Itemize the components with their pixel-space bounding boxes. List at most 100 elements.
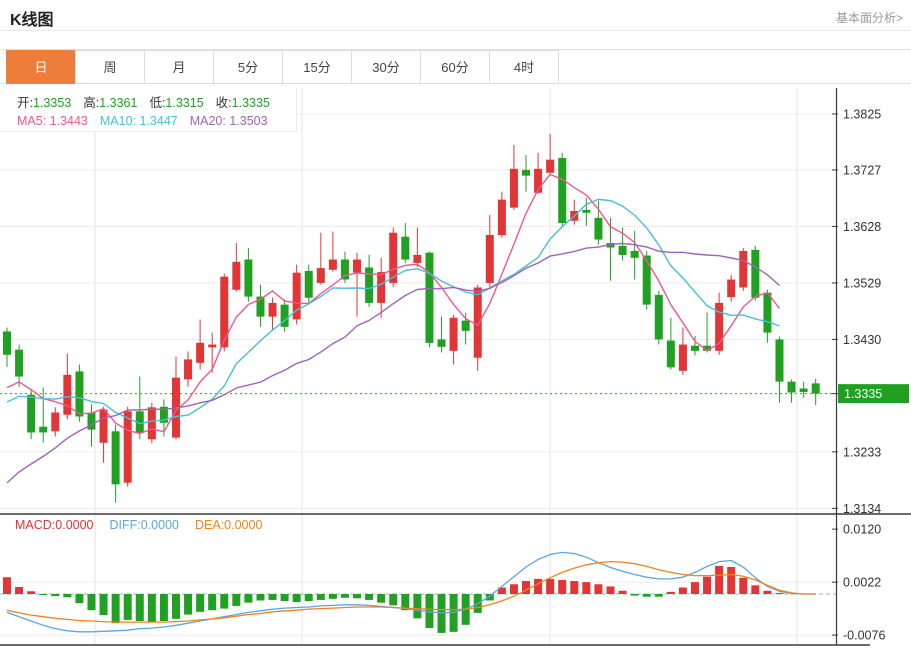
candle-body: [751, 250, 759, 298]
macd-bar: [124, 594, 132, 620]
macd-bar: [136, 594, 144, 621]
macd-bar: [607, 586, 615, 594]
macd-bar: [546, 579, 554, 594]
macd-bar: [775, 593, 783, 594]
candle-body: [667, 341, 675, 368]
macd-bar: [715, 566, 723, 594]
candle-body: [498, 200, 506, 235]
tab-月[interactable]: 月: [144, 50, 214, 84]
macd-bar: [353, 594, 361, 598]
candle-body: [462, 321, 470, 331]
macd-bar: [389, 594, 397, 605]
macd-bar: [15, 587, 23, 594]
candle-body: [486, 235, 494, 283]
candle-body: [353, 260, 361, 273]
candle-body: [558, 158, 566, 223]
tab-15分[interactable]: 15分: [282, 50, 352, 84]
kline-macd-canvas[interactable]: 1.38251.37271.36281.35291.34301.32331.31…: [0, 88, 911, 648]
candle-body: [341, 260, 349, 280]
candle-body: [401, 237, 409, 260]
candle-body: [329, 260, 337, 270]
ohlc-item: 高:1.3361: [83, 96, 137, 110]
macd-bar: [413, 594, 421, 618]
ma-item: MA5: 1.3443: [17, 114, 88, 128]
macd-bar: [232, 594, 240, 606]
candle-body: [112, 431, 120, 484]
macd-bar: [341, 594, 349, 598]
fundamental-analysis-link[interactable]: 基本面分析>: [836, 9, 903, 26]
macd-bar: [751, 585, 759, 594]
macd-bar: [208, 594, 216, 610]
header: K线图 基本面分析>: [0, 0, 911, 31]
macd-bar: [100, 594, 108, 615]
macd-bar: [256, 594, 264, 600]
candle-body: [305, 271, 313, 298]
candle-body: [522, 170, 530, 176]
candle-body: [87, 412, 95, 429]
tab-日[interactable]: 日: [6, 50, 76, 84]
macd-bar: [703, 577, 711, 594]
candle-body: [691, 346, 699, 351]
candle-body: [582, 210, 590, 213]
kline-widget: K线图 基本面分析> 日周月5分15分30分60分4时 1.38251.3727…: [0, 0, 911, 648]
macd-bar: [172, 594, 180, 619]
macd-bar: [570, 581, 578, 594]
candle-body: [619, 246, 627, 255]
candle-body: [450, 318, 458, 351]
candle-body: [220, 277, 228, 348]
macd-bar: [63, 594, 71, 597]
macd-bar: [112, 594, 120, 623]
ma-item: MA20: 1.3503: [190, 114, 268, 128]
candle-body: [474, 287, 482, 357]
macd-bar: [763, 591, 771, 594]
candle-body: [377, 272, 385, 303]
macd-bar: [220, 594, 228, 609]
timeframe-tabs: 日周月5分15分30分60分4时: [0, 49, 911, 84]
macd-bar: [534, 579, 542, 594]
macd-bar: [655, 594, 663, 597]
candle-body: [15, 350, 23, 377]
macd-bar: [377, 594, 385, 603]
candle-body: [727, 280, 735, 298]
macd-bar: [87, 594, 95, 610]
ohlc-ma-legend: 开:1.3353高:1.3361低:1.3315收:1.3335MA5: 1.3…: [0, 88, 297, 132]
y-axis-tick-label: 1.3529: [843, 276, 881, 290]
macd-bar: [305, 594, 313, 601]
candle-body: [100, 410, 108, 443]
macd-axis-tick-label: -0.0076: [843, 629, 885, 643]
tab-60分[interactable]: 60分: [420, 50, 490, 84]
candle-body: [643, 256, 651, 305]
ma-item: MA10: 1.3447: [100, 114, 178, 128]
candle-body: [788, 382, 796, 393]
macd-bar: [75, 594, 83, 603]
candle-body: [244, 260, 252, 297]
macd-bar: [27, 591, 35, 594]
macd-bar: [160, 594, 168, 621]
candle-body: [3, 331, 11, 354]
macd-bar: [510, 584, 518, 594]
candle-body: [75, 371, 83, 416]
ohlc-item: 收:1.3335: [216, 96, 270, 110]
macd-legend: MACD:0.0000DIFF:0.0000DEA:0.0000: [15, 518, 278, 532]
candle-body: [148, 407, 156, 439]
macd-legend-item: MACD:0.0000: [15, 518, 94, 532]
macd-bar: [148, 594, 156, 622]
candle-body: [812, 383, 820, 393]
macd-bar: [329, 594, 337, 599]
tab-4时[interactable]: 4时: [489, 50, 559, 84]
candle-body: [546, 160, 554, 173]
candle-body: [594, 218, 602, 240]
current-price-label: 1.3335: [844, 387, 882, 401]
candle-body: [232, 262, 240, 290]
macd-axis-tick-label: 0.0120: [843, 523, 881, 537]
candle-body: [124, 411, 132, 482]
tab-5分[interactable]: 5分: [213, 50, 283, 84]
chart-area[interactable]: 1.38251.37271.36281.35291.34301.32331.31…: [0, 88, 911, 648]
tab-30分[interactable]: 30分: [351, 50, 421, 84]
tab-周[interactable]: 周: [75, 50, 145, 84]
macd-bar: [582, 582, 590, 594]
macd-bar: [317, 594, 325, 600]
candle-body: [27, 395, 35, 433]
macd-bar: [679, 588, 687, 594]
candle-body: [510, 169, 518, 208]
